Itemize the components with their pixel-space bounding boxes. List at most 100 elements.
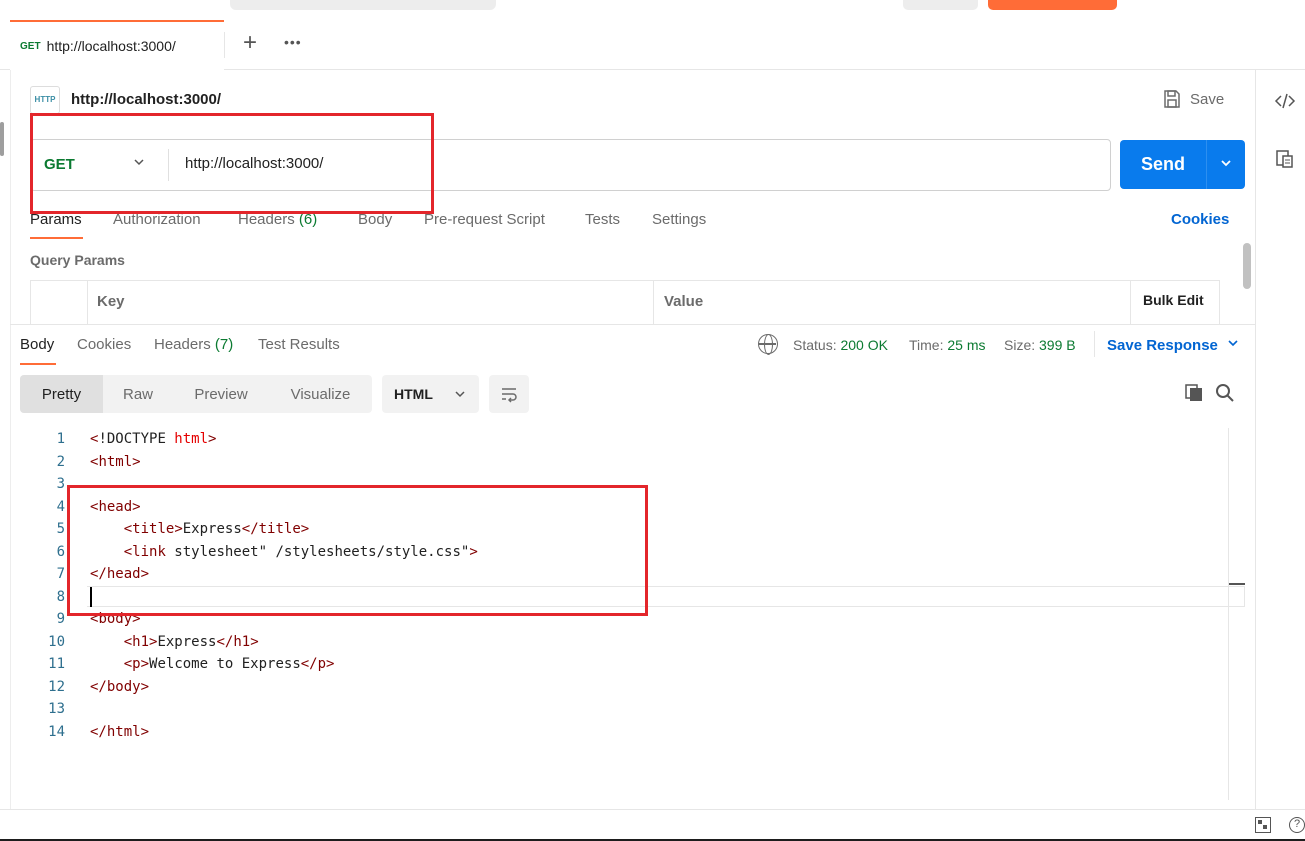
top-bar-button[interactable] bbox=[903, 0, 978, 10]
view-preview[interactable]: Preview bbox=[173, 375, 269, 413]
status-label: Status: bbox=[793, 337, 837, 353]
response-divider[interactable] bbox=[10, 324, 1255, 325]
vertical-scrollbar[interactable] bbox=[1243, 243, 1251, 289]
code-text: </body> bbox=[90, 678, 150, 695]
save-icon bbox=[1164, 90, 1180, 108]
request-tab[interactable]: GET http://localhost:3000/ bbox=[10, 20, 224, 70]
workspace-search-bar[interactable] bbox=[230, 0, 496, 10]
search-icon[interactable] bbox=[1215, 383, 1235, 403]
tab-label: Body bbox=[20, 336, 55, 353]
cookies-link[interactable]: Cookies bbox=[1171, 211, 1229, 228]
query-params-table bbox=[30, 280, 1220, 325]
send-label: Send bbox=[1140, 154, 1185, 174]
code-text: <h1>Express</h1> bbox=[123, 633, 259, 650]
tab-label: Tests bbox=[585, 211, 621, 228]
meta-divider bbox=[1094, 331, 1095, 357]
code-line: 9 <body> bbox=[20, 608, 141, 631]
code-line: 5 <title>Express</title> bbox=[20, 518, 310, 541]
response-tab-body[interactable]: Body bbox=[20, 336, 54, 353]
annotation-box-head bbox=[67, 485, 648, 616]
response-tab-test-results[interactable]: Test Results bbox=[258, 336, 340, 353]
code-line: 14 </html> bbox=[20, 721, 149, 744]
line-number: 5 bbox=[56, 521, 65, 538]
line-number: 6 bbox=[56, 543, 65, 560]
response-tab-headers[interactable]: Headers (7) bbox=[154, 336, 233, 353]
bulk-edit-button[interactable]: Bulk Edit bbox=[1143, 292, 1204, 308]
tab-divider bbox=[224, 32, 225, 58]
column-header-value: Value bbox=[664, 293, 704, 310]
tab-url: http://localhost:3000/ bbox=[46, 38, 176, 54]
code-line: 4 <head> bbox=[20, 496, 141, 519]
copy-icon[interactable] bbox=[1184, 383, 1204, 403]
code-line: 2 <html> bbox=[20, 451, 141, 474]
line-number: 2 bbox=[56, 453, 65, 470]
documentation-icon[interactable] bbox=[1274, 148, 1296, 170]
code-line: 7 </head> bbox=[20, 563, 149, 586]
send-options-chevron-icon[interactable] bbox=[1207, 156, 1245, 173]
layout-toggle-icon[interactable] bbox=[1255, 817, 1271, 833]
view-visualize[interactable]: Visualize bbox=[269, 375, 372, 413]
code-line: 3 bbox=[20, 473, 65, 496]
code-line: 10 <h1>Express</h1> bbox=[20, 631, 258, 654]
code-line: 8 bbox=[20, 586, 65, 609]
editor-scrollbar-track[interactable] bbox=[1228, 428, 1229, 800]
tab-label: Settings bbox=[652, 211, 707, 228]
response-tab-cookies[interactable]: Cookies bbox=[77, 336, 131, 353]
line-number: 9 bbox=[56, 611, 65, 628]
line-number: 10 bbox=[48, 633, 65, 650]
upgrade-button[interactable] bbox=[988, 0, 1117, 10]
send-button[interactable]: Send bbox=[1120, 140, 1245, 189]
table-divider bbox=[1130, 280, 1131, 325]
view-raw[interactable]: Raw bbox=[103, 375, 173, 413]
new-tab-plus-icon[interactable]: + bbox=[238, 31, 262, 56]
tab-count: (7) bbox=[214, 336, 234, 353]
format-select[interactable]: HTML bbox=[382, 375, 479, 413]
size-readout[interactable]: Size: 399 B bbox=[1004, 337, 1076, 353]
tab-label: Test Results bbox=[258, 336, 340, 353]
view-pretty[interactable]: Pretty bbox=[20, 375, 103, 413]
wrap-lines-icon[interactable] bbox=[489, 375, 529, 413]
tab-pre-request-script[interactable]: Pre-request Script bbox=[424, 211, 545, 228]
status-bar bbox=[0, 809, 1305, 839]
request-title[interactable]: http://localhost:3000/ bbox=[71, 91, 221, 108]
line-number: 11 bbox=[48, 656, 65, 673]
time-value: 25 ms bbox=[947, 337, 986, 353]
line-number: 3 bbox=[56, 476, 65, 493]
line-number: 13 bbox=[48, 701, 65, 718]
right-sidebar bbox=[1255, 70, 1305, 810]
time-readout[interactable]: Time: 25 ms bbox=[909, 337, 986, 353]
line-number: 4 bbox=[56, 498, 65, 515]
table-divider bbox=[87, 280, 88, 325]
http-request-icon: HTTP bbox=[30, 86, 60, 114]
code-line: 12 </body> bbox=[20, 676, 149, 699]
tab-tests[interactable]: Tests bbox=[585, 211, 620, 228]
column-header-key: Key bbox=[97, 293, 125, 310]
help-icon[interactable]: ? bbox=[1289, 817, 1305, 833]
left-divider bbox=[10, 70, 11, 810]
tab-label: Cookies bbox=[77, 336, 132, 353]
annotation-box-url bbox=[30, 113, 434, 214]
more-options-icon[interactable]: ••• bbox=[284, 34, 306, 54]
line-number: 1 bbox=[56, 431, 65, 448]
save-response-button[interactable]: Save Response bbox=[1107, 337, 1218, 354]
tab-label: Pre-request Script bbox=[424, 211, 545, 228]
status-readout[interactable]: Status: 200 OK bbox=[793, 337, 888, 353]
left-collapse-handle[interactable] bbox=[0, 122, 4, 156]
editor-scroll-marker bbox=[1229, 583, 1245, 585]
code-snippet-icon[interactable] bbox=[1274, 90, 1296, 112]
save-button[interactable]: Save bbox=[1162, 89, 1224, 109]
active-tab-indicator bbox=[30, 237, 83, 239]
tab-label: Headers bbox=[154, 336, 211, 353]
query-params-title: Query Params bbox=[30, 252, 125, 268]
globe-icon[interactable] bbox=[758, 334, 778, 355]
active-tab-indicator bbox=[20, 363, 56, 365]
save-label: Save bbox=[1190, 90, 1225, 108]
table-divider bbox=[653, 280, 654, 325]
chevron-down-icon[interactable] bbox=[1226, 336, 1240, 353]
tab-settings[interactable]: Settings bbox=[652, 211, 706, 228]
code-line: 6 <link stylesheet" /stylesheets/style.c… bbox=[20, 541, 478, 564]
line-number: 8 bbox=[56, 588, 65, 605]
code-text: <!DOCTYPE html> bbox=[90, 431, 217, 448]
status-value: 200 OK bbox=[840, 337, 888, 353]
time-label: Time: bbox=[909, 337, 944, 353]
